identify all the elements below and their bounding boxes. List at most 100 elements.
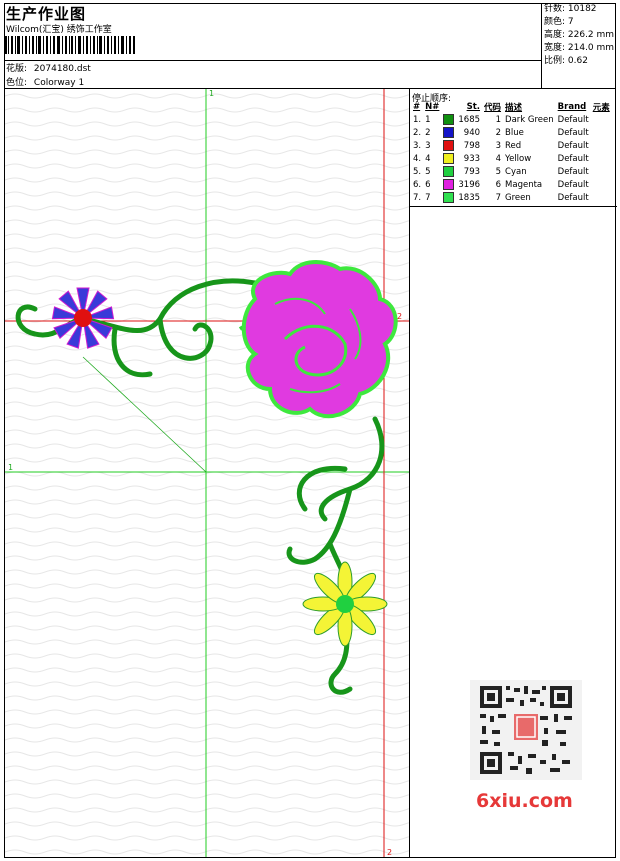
color-swatch [443,179,455,190]
row-stitches: 933 [463,153,481,164]
row-index: 4. [413,153,422,164]
col-header: 描述 [505,103,523,113]
row-code: 4 [495,153,502,164]
row-brand: Default [557,153,589,164]
row-element [591,165,612,178]
row-swatch [441,139,456,152]
row-description: Red [505,140,522,151]
green-axis-label-left: 1 [8,463,14,472]
row-needle: 7 [425,192,431,203]
row-swatch [441,152,456,165]
row-index: 6. [413,179,422,190]
design-canvas [5,89,409,857]
row-brand: Default [557,192,589,203]
col-header: St. [466,102,481,112]
row-description: Yellow [505,153,532,164]
row-needle: 2 [425,127,431,138]
row-needle: 4 [425,153,431,164]
design-width: 宽度: 214.0 mm [544,43,615,53]
color-swatch [443,192,455,203]
row-element [591,178,612,191]
row-index: 5. [413,166,422,177]
row-brand: Default [557,114,589,125]
row-element [591,191,612,204]
row-code: 1 [495,114,502,125]
row-stitches: 3196 [458,179,481,190]
row-code: 7 [495,192,502,203]
row-code: 6 [495,179,502,190]
col-header: N# [425,102,440,112]
row-element [591,113,612,126]
row-stitches: 940 [463,127,481,138]
embroidery-preview [5,89,409,857]
divider [410,206,617,207]
color-swatch [443,140,455,151]
row-brand: Default [557,179,589,190]
row-swatch [441,165,456,178]
col-header [441,101,456,113]
color-table: # N# St. 代码 描述 Brand 元素 1. 1 1685 1 Dark Gre… [411,101,612,204]
row-index: 7. [413,192,422,203]
table-header-row: # N# St. 代码 描述 Brand 元素 [411,101,612,113]
row-code: 3 [495,140,502,151]
row-index: 2. [413,127,422,138]
design-scale: 比例: 0.62 [544,56,588,66]
row-index: 1. [413,114,422,125]
col-header: Brand [557,102,587,112]
color-swatch [443,127,455,138]
barcode [5,36,135,54]
row-needle: 3 [425,140,431,151]
table-row: 4. 4 933 4 Yellow Default [411,152,612,165]
color-swatch [443,153,455,164]
table-row: 5. 5 793 5 Cyan Default [411,165,612,178]
colorway-name: Colorway 1 [33,78,85,88]
row-element [591,126,612,139]
red-axis-label-bottom: 2 [387,848,393,857]
row-description: Blue [505,127,524,138]
row-brand: Default [557,140,589,151]
color-swatch [443,166,455,177]
color-swatch [443,114,455,125]
yellow-flower [302,561,388,647]
stitch-count: 针数: 10182 [544,4,597,14]
row-swatch [441,191,456,204]
design-label: 花版: [6,64,28,74]
table-row: 7. 7 1835 7 Green Default [411,191,612,204]
row-brand: Default [557,166,589,177]
row-description: Green [505,192,531,203]
row-swatch [441,113,456,126]
row-description: Cyan [505,166,527,177]
table-row: 1. 1 1685 1 Dark Green Default [411,113,612,126]
design-stats: 针数: 10182 颜色: 7 高度: 226.2 mm 宽度: 214.0 m… [542,3,616,89]
row-stitches: 1835 [458,192,481,203]
color-count: 颜色: 7 [544,17,574,27]
qr-code [470,680,582,780]
row-swatch [441,178,456,191]
watermark-logo: 6xiu.com [476,790,573,812]
col-header: # [413,102,421,112]
col-header: 元素 [592,103,610,113]
design-file-name: 2074180.dst [33,64,91,74]
studio-subtitle: Wilcom(汇宝) 绣饰工作室 [6,25,112,35]
row-swatch [441,126,456,139]
row-element [591,139,612,152]
table-row: 6. 6 3196 6 Magenta Default [411,178,612,191]
row-stitches: 793 [463,166,481,177]
table-row: 3. 3 798 3 Red Default [411,139,612,152]
red-axis-label-right: 2 [397,312,403,321]
design-file-row: 花版: 2074180.dst [6,61,91,74]
col-header: 代码 [484,103,502,113]
green-axis-label-top: 1 [209,89,215,98]
row-description: Magenta [505,179,543,190]
colorway-row: 色位: Colorway 1 [6,75,84,88]
row-code: 5 [495,166,502,177]
row-stitches: 798 [463,140,481,151]
row-needle: 6 [425,179,431,190]
fabric-texture [5,89,409,857]
row-brand: Default [557,127,589,138]
divider [4,60,542,61]
row-needle: 5 [425,166,431,177]
row-element [591,152,612,165]
row-needle: 1 [425,114,431,125]
page-title: 生产作业图 [6,5,87,23]
